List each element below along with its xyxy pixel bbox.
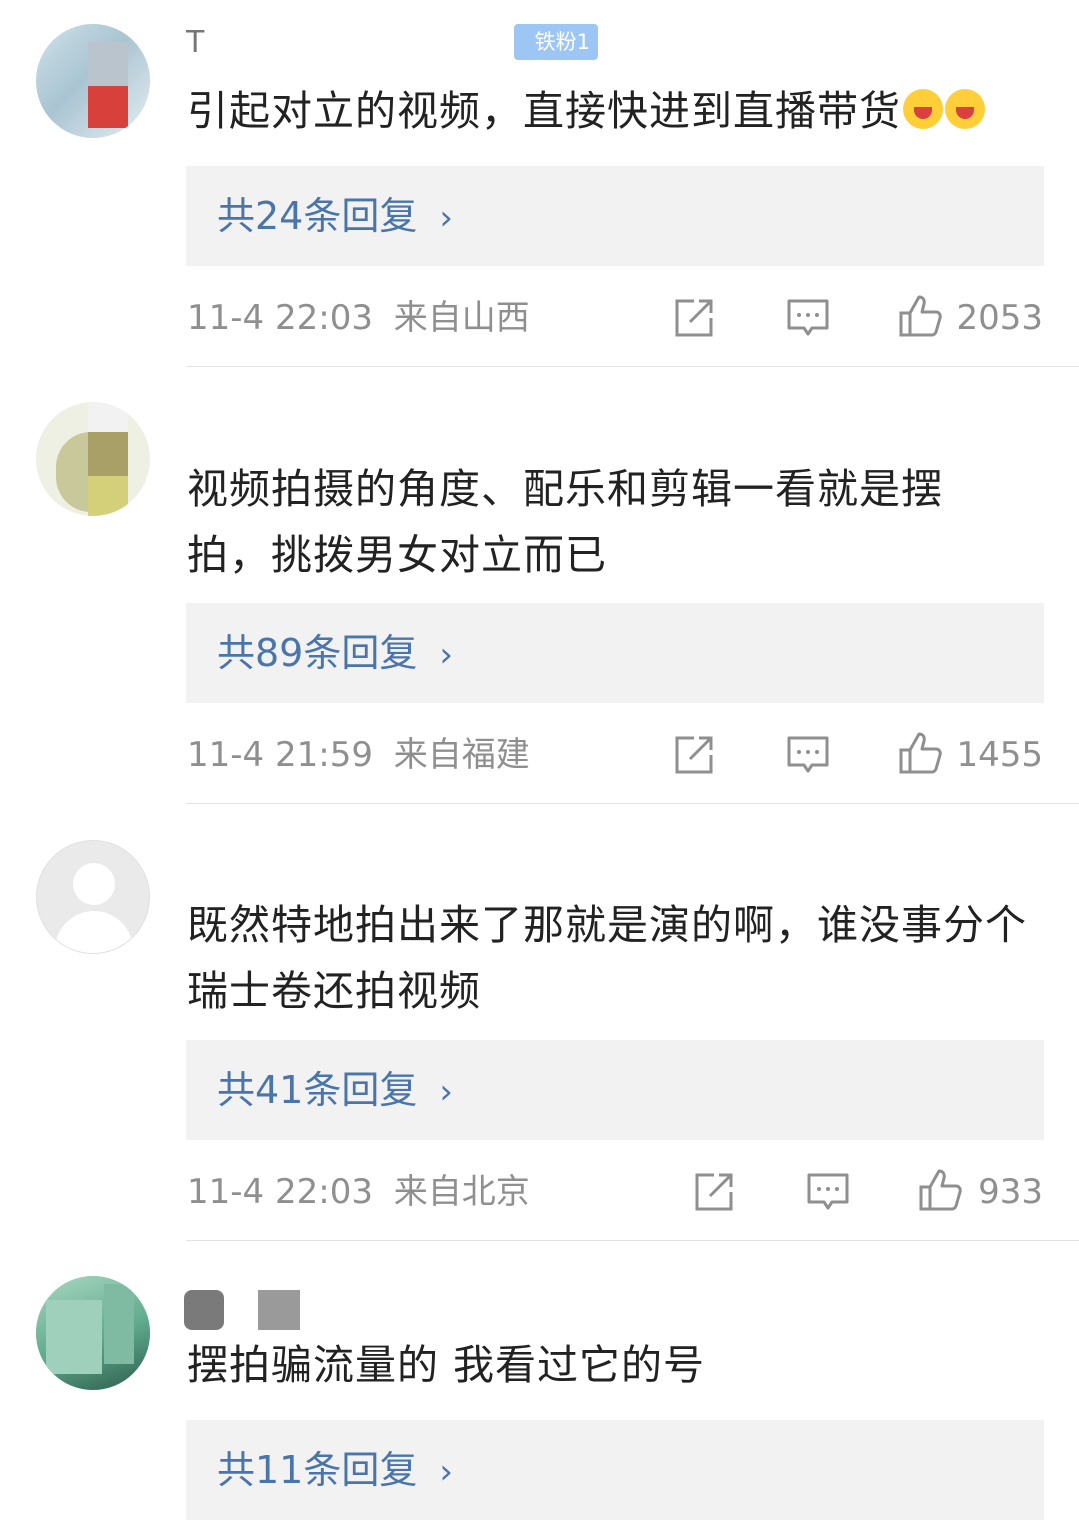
comment-icon[interactable]: [806, 1170, 850, 1214]
comment-meta: 11-4 22:03 来自北京: [187, 1162, 530, 1222]
username[interactable]: [186, 848, 416, 882]
avatar[interactable]: [36, 1276, 150, 1390]
reply-box[interactable]: 共41条回复 ›: [186, 1040, 1044, 1140]
chevron-right-icon: ›: [439, 635, 453, 675]
comment-meta: 11-4 22:03 来自山西: [187, 288, 530, 348]
comment-location: 来自北京: [393, 1172, 530, 1212]
comment-meta: 11-4 21:59 来自福建: [187, 725, 530, 785]
comment-time: 11-4 22:03: [187, 1172, 373, 1212]
like-count: 1455: [956, 735, 1043, 775]
like-count: 2053: [956, 298, 1043, 338]
replies-link[interactable]: 共89条回复 ›: [217, 603, 453, 703]
laugh-cry-emoji: [903, 89, 943, 129]
fan-badge: 铁粉1: [514, 24, 598, 60]
default-avatar-icon[interactable]: [36, 840, 150, 954]
share-icon[interactable]: [672, 733, 716, 777]
comment-location: 来自山西: [393, 298, 530, 338]
thumbs-up-icon[interactable]: [918, 1168, 962, 1212]
divider: [186, 366, 1079, 367]
thumbs-up-icon[interactable]: [898, 294, 942, 338]
divider: [186, 803, 1079, 804]
comment-location: 来自福建: [393, 735, 530, 775]
username[interactable]: [186, 412, 366, 446]
reply-box[interactable]: 共11条回复 ›: [186, 1420, 1044, 1520]
comment-time: 11-4 21:59: [187, 735, 373, 775]
comment-icon[interactable]: [786, 296, 830, 340]
replies-link[interactable]: 共11条回复 ›: [217, 1420, 453, 1520]
thumbs-up-icon[interactable]: [898, 731, 942, 775]
comment-text: 既然特地拍出来了那就是演的啊，谁没事分个瑞士卷还拍视频: [187, 901, 1027, 1015]
replies-link[interactable]: 共24条回复 ›: [217, 166, 453, 266]
replies-count: 共89条回复: [217, 631, 418, 675]
laugh-cry-emoji: [945, 89, 985, 129]
comment-time: 11-4 22:03: [187, 298, 373, 338]
reply-box[interactable]: 共89条回复 ›: [186, 603, 1044, 703]
chevron-right-icon: ›: [439, 1452, 453, 1492]
like-count: 933: [978, 1172, 1043, 1212]
comment-text: 视频拍摄的角度、配乐和剪辑一看就是摆拍，挑拨男女对立而已: [187, 465, 943, 579]
chevron-right-icon: ›: [439, 1072, 453, 1112]
comment-text: 摆拍骗流量的 我看过它的号: [187, 1341, 706, 1389]
chevron-right-icon: ›: [439, 198, 453, 238]
share-icon[interactable]: [692, 1170, 736, 1214]
divider: [186, 1240, 1079, 1241]
username[interactable]: T: [186, 26, 226, 60]
avatar[interactable]: [36, 402, 150, 516]
username-mask: [258, 1290, 300, 1330]
username-mask: [184, 1290, 224, 1330]
comment-text: 引起对立的视频，直接快进到直播带货: [187, 78, 1057, 144]
replies-link[interactable]: 共41条回复 ›: [217, 1040, 453, 1140]
replies-count: 共41条回复: [217, 1068, 418, 1112]
comment-text-content: 引起对立的视频，直接快进到直播带货: [187, 87, 901, 135]
share-icon[interactable]: [672, 296, 716, 340]
avatar[interactable]: [36, 24, 150, 138]
reply-box[interactable]: 共24条回复 ›: [186, 166, 1044, 266]
replies-count: 共11条回复: [217, 1448, 418, 1492]
replies-count: 共24条回复: [217, 194, 418, 238]
comment-icon[interactable]: [786, 733, 830, 777]
